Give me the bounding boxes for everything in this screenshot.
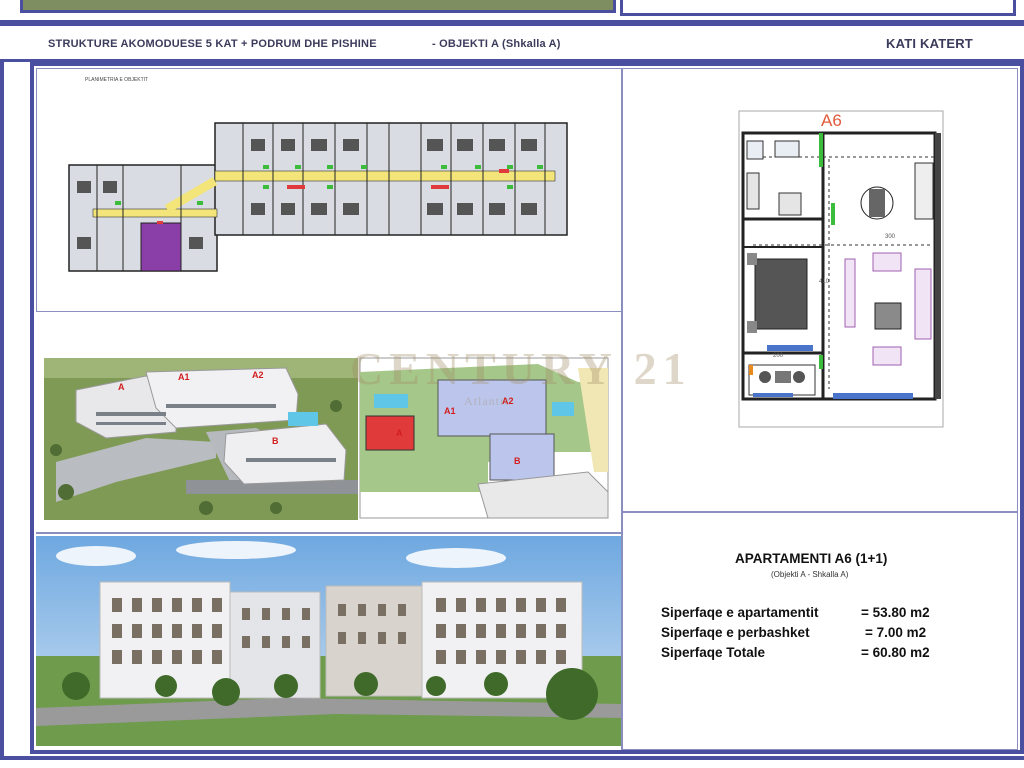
divider-horizontal-left <box>36 532 622 534</box>
bottom-bar <box>0 756 1024 768</box>
front-render-panel <box>36 536 622 746</box>
aerial-render-panel: A A1 A2 B <box>36 312 358 520</box>
unit-plan-title: A6 <box>821 111 842 130</box>
unit-dim-2: 410 <box>819 279 830 285</box>
unit-plan-panel: A6 300 410 200 <box>622 68 1018 512</box>
aerial-label-a1: A1 <box>178 372 190 382</box>
area-row-apartment-value: = 53.80 m2 <box>861 605 930 620</box>
apartment-title: APARTAMENTI A6 (1+1) <box>735 551 888 566</box>
header-bar: STRUKTURE AKOMODUESE 5 KAT + PODRUM DHE … <box>0 26 1024 62</box>
siteplan-label-a1: A1 <box>444 406 456 416</box>
header-object: - OBJEKTI A (Shkalla A) <box>432 38 561 50</box>
floorplan-panel: PLANIMETRIA E OBJEKTIT <box>36 68 622 312</box>
top-strip <box>0 0 1024 26</box>
siteplan-label-b: B <box>514 456 521 466</box>
area-row-common-label: Siperfaqe e perbashket <box>661 625 810 640</box>
unit-plan-drawing <box>738 110 944 428</box>
front-render-image <box>36 536 622 746</box>
century21-watermark: CENTURY 21 <box>350 343 692 394</box>
aerial-label-b: B <box>272 436 279 446</box>
area-row-total-label: Siperfaqe Totale <box>661 645 766 660</box>
area-row-apartment-label: Siperfaqe e apartamentit <box>661 605 819 620</box>
area-row-common-value: = 7.00 m2 <box>865 625 927 640</box>
divider-vertical <box>621 68 623 750</box>
left-edge <box>0 62 4 768</box>
floor-name: KATI KATERT <box>886 36 973 51</box>
header-title: STRUKTURE AKOMODUESE 5 KAT + PODRUM DHE … <box>48 38 377 50</box>
aerial-render-image <box>44 358 358 520</box>
floorplan-drawing <box>68 122 568 272</box>
aerial-label-a: A <box>118 382 125 392</box>
siteplan-label-a: A <box>396 428 403 438</box>
apartment-subtitle: (Objekti A - Shkalla A) <box>771 570 849 579</box>
watermark-office: Atlantic <box>464 394 511 408</box>
aerial-label-a2: A2 <box>252 370 264 380</box>
unit-dim-3: 200 <box>773 353 784 359</box>
unit-dim-1: 300 <box>885 234 896 240</box>
apartment-info-panel: APARTAMENTI A6 (1+1) (Objekti A - Shkall… <box>622 512 1018 750</box>
area-row-total-value: = 60.80 m2 <box>861 645 930 660</box>
